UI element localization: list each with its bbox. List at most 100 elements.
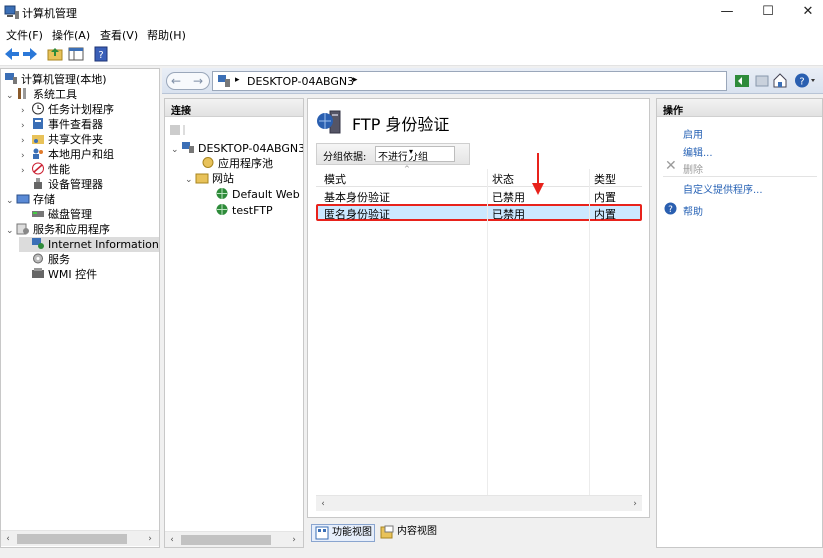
menu-action[interactable]: 操作(A) xyxy=(52,27,90,43)
tree-item-storage[interactable]: ⌄ 存储 xyxy=(6,192,55,207)
chevron-down-icon[interactable]: ⌄ xyxy=(6,194,16,209)
chevron-down-icon[interactable]: ⌄ xyxy=(185,173,195,188)
help-book-icon[interactable]: ? xyxy=(92,45,110,63)
title-bar: 计算机管理 — ☐ ✕ xyxy=(0,0,823,24)
refresh-icon[interactable] xyxy=(734,73,750,89)
scroll-thumb[interactable] xyxy=(17,534,127,544)
server-icon xyxy=(218,75,230,87)
column-divider xyxy=(487,169,488,499)
scroll-thumb[interactable] xyxy=(181,535,271,545)
svg-text:?: ? xyxy=(668,205,673,215)
conn-item-server[interactable]: ⌄ DESKTOP-04ABGN3 ( xyxy=(171,141,303,158)
conn-item-test-ftp[interactable]: testFTP xyxy=(215,203,273,218)
tree-item-services-apps[interactable]: ⌄ 服务和应用程序 xyxy=(6,222,110,237)
window-title: 计算机管理 xyxy=(22,7,77,20)
back-arrow-icon[interactable] xyxy=(3,45,21,63)
menu-help[interactable]: 帮助(H) xyxy=(147,27,186,43)
chevron-down-icon[interactable]: ▾ xyxy=(407,147,416,156)
tree-label: Default Web S xyxy=(232,188,304,201)
help-icon[interactable]: ? xyxy=(794,72,816,89)
connect-icon[interactable] xyxy=(169,123,189,137)
chevron-down-icon[interactable]: ⌄ xyxy=(171,143,181,158)
menu-file[interactable]: 文件(F) xyxy=(6,27,43,43)
tab-features-view[interactable]: 功能视图 xyxy=(311,524,375,542)
action-edit[interactable]: 编辑... xyxy=(683,144,713,159)
action-help[interactable]: 帮助 xyxy=(683,203,703,218)
breadcrumb-server[interactable]: DESKTOP-04ABGN3 xyxy=(247,75,354,88)
table-row-selected[interactable]: 匿名身份验证 已禁用 内置 xyxy=(316,204,642,221)
tree-label: 服务 xyxy=(48,253,70,266)
breadcrumb-separator-icon[interactable]: ▸ xyxy=(353,75,358,85)
row-status: 已禁用 xyxy=(492,191,525,204)
menu-view[interactable]: 查看(V) xyxy=(100,27,138,43)
tree-label: 设备管理器 xyxy=(48,178,103,191)
action-custom-providers[interactable]: 自定义提供程序... xyxy=(683,181,763,196)
help-icon: ? xyxy=(664,202,677,215)
tree-label: 本地用户和组 xyxy=(48,148,114,161)
sort-indicator-icon: ^ xyxy=(404,165,410,173)
view-tabs: 功能视图 内容视图 xyxy=(307,522,650,544)
scroll-right-icon[interactable]: › xyxy=(143,531,157,547)
tree-item-shared-folders[interactable]: › 共享文件夹 xyxy=(21,132,103,147)
globe-icon xyxy=(216,204,228,215)
feature-hscroll[interactable]: ‹ › xyxy=(316,495,642,511)
column-header-status[interactable]: 状态 xyxy=(492,171,514,187)
tree-item-wmi[interactable]: WMI 控件 xyxy=(31,267,97,282)
tree-item-services[interactable]: 服务 xyxy=(31,252,70,267)
stop-icon[interactable] xyxy=(754,73,770,89)
grid-header: 模式 ^ 状态 类型 xyxy=(316,165,642,187)
home-icon[interactable] xyxy=(772,72,788,89)
column-header-mode[interactable]: 模式 xyxy=(324,171,346,187)
breadcrumb-separator-icon: ▸ xyxy=(235,75,240,85)
users-icon xyxy=(33,148,43,159)
tree-item-task-scheduler[interactable]: › 任务计划程序 xyxy=(21,102,114,117)
close-button[interactable]: ✕ xyxy=(788,0,823,24)
group-by-select[interactable]: 不进行分组 ▾ xyxy=(375,146,455,162)
tab-label: 功能视图 xyxy=(332,527,372,538)
tree-label: 计算机管理(本地) xyxy=(21,73,107,86)
tree-item-device-manager[interactable]: 设备管理器 xyxy=(31,177,103,192)
tree-item-disk-management[interactable]: 磁盘管理 xyxy=(31,207,92,222)
forward-arrow-icon[interactable] xyxy=(21,45,39,63)
left-pane-hscroll[interactable]: ‹ › xyxy=(1,530,159,546)
nav-forward-icon[interactable]: → xyxy=(193,74,203,88)
chevron-right-icon[interactable]: › xyxy=(21,164,31,179)
action-remove[interactable]: 删除 xyxy=(683,161,703,176)
ftp-auth-icon xyxy=(317,110,341,134)
scroll-right-icon[interactable]: › xyxy=(287,532,301,547)
conn-item-sites[interactable]: ⌄ 网站 xyxy=(185,171,234,186)
scroll-left-icon[interactable]: ‹ xyxy=(165,532,179,547)
up-folder-icon[interactable] xyxy=(46,45,64,63)
action-enable[interactable]: 启用 xyxy=(683,126,703,141)
tree-label: 服务和应用程序 xyxy=(33,223,110,236)
console-tree-icon[interactable] xyxy=(67,45,85,63)
tree-item-performance[interactable]: › 性能 xyxy=(21,162,70,177)
conn-item-default-site[interactable]: Default Web S xyxy=(215,187,304,202)
table-row[interactable]: 基本身份验证 已禁用 内置 xyxy=(316,188,642,204)
chevron-down-icon[interactable]: ⌄ xyxy=(6,224,16,239)
tree-item-root[interactable]: 计算机管理(本地) xyxy=(4,72,107,87)
nav-back-icon[interactable]: ← xyxy=(171,74,181,88)
tree-label: Internet Information Se xyxy=(48,238,159,251)
globe-icon xyxy=(216,188,228,199)
scroll-right-icon[interactable]: › xyxy=(628,496,642,512)
tab-content-view[interactable]: 内容视图 xyxy=(377,524,447,542)
tab-label: 内容视图 xyxy=(397,526,437,537)
scroll-left-icon[interactable]: ‹ xyxy=(1,531,15,547)
content-view-icon xyxy=(380,525,394,539)
tree-item-event-viewer[interactable]: › 事件查看器 xyxy=(21,117,103,132)
scroll-left-icon[interactable]: ‹ xyxy=(316,496,330,512)
toolbar: ? xyxy=(0,42,823,66)
connections-hscroll[interactable]: ‹ › xyxy=(165,531,303,547)
tree-item-system-tools[interactable]: ⌄ 系统工具 xyxy=(6,87,77,102)
maximize-button[interactable]: ☐ xyxy=(748,0,788,24)
iis-icon xyxy=(32,238,44,249)
minimize-button[interactable]: — xyxy=(707,0,747,24)
address-path[interactable]: ▸ DESKTOP-04ABGN3 ▸ xyxy=(212,71,727,91)
tree-label: 系统工具 xyxy=(33,88,77,101)
chevron-down-icon[interactable]: ⌄ xyxy=(6,89,16,104)
tree-item-iis[interactable]: Internet Information Se xyxy=(19,237,159,252)
tree-item-local-users[interactable]: › 本地用户和组 xyxy=(21,147,114,162)
conn-item-app-pools[interactable]: 应用程序池 xyxy=(201,156,273,171)
column-header-type[interactable]: 类型 xyxy=(594,171,616,187)
